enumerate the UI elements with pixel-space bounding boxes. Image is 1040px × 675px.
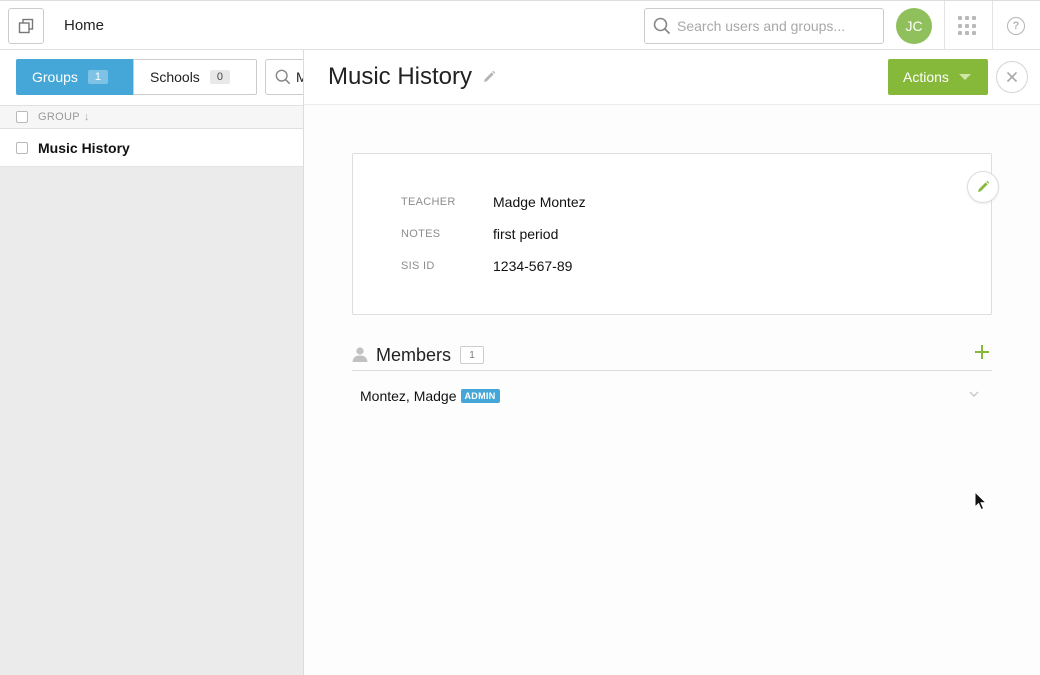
group-name: Music History [38, 139, 130, 156]
tab-schools-label: Schools [150, 69, 200, 85]
tab-groups-count: 1 [87, 70, 109, 84]
members-count: 1 [460, 346, 484, 364]
search-icon [275, 69, 291, 85]
field-notes: NOTES first period [401, 224, 558, 244]
mouse-cursor-icon [974, 491, 988, 511]
field-label: SIS ID [401, 260, 435, 272]
row-checkbox[interactable] [16, 141, 28, 154]
top-bar: Home JC ? [0, 0, 1040, 51]
field-label: NOTES [401, 228, 441, 240]
field-sis-id: SIS ID 1234-567-89 [401, 256, 572, 276]
caret-down-icon [958, 74, 971, 80]
pencil-icon [978, 180, 990, 192]
help-icon[interactable]: ? [1007, 17, 1025, 35]
actions-button-label: Actions [903, 69, 949, 85]
members-header: Members 1 [352, 342, 992, 371]
topbar-divider [992, 1, 993, 51]
list-tabs-row: Groups 1 Schools 0 M [0, 50, 303, 105]
pencil-icon[interactable] [482, 70, 496, 84]
chevron-down-icon[interactable] [968, 388, 980, 400]
sort-arrow-down-icon[interactable]: ↓ [84, 111, 90, 123]
global-search-input[interactable] [677, 18, 877, 34]
tab-schools-count: 0 [209, 70, 230, 84]
search-icon [653, 17, 671, 35]
close-icon [1006, 71, 1018, 83]
actions-button[interactable]: Actions [888, 59, 988, 95]
plus-icon[interactable] [973, 343, 991, 361]
page-title: Music History [328, 63, 473, 90]
field-teacher: TEACHER Madge Montez [401, 192, 586, 212]
group-column-header[interactable]: GROUP [38, 111, 80, 123]
topbar-divider [944, 1, 945, 51]
edit-details-button[interactable] [967, 171, 999, 203]
member-name: Montez, Madge [360, 388, 457, 404]
members-title: Members [376, 345, 452, 365]
close-button[interactable] [996, 61, 1028, 93]
window-stack-icon [18, 18, 34, 34]
field-value: 1234-567-89 [493, 258, 573, 274]
app-window: Home JC ? Groups 1 Schools 0 [0, 0, 1040, 675]
list-search-input[interactable]: M [265, 59, 303, 95]
list-item[interactable]: Montez, Madge ADMIN [352, 384, 992, 408]
select-all-checkbox[interactable] [16, 111, 28, 123]
tab-schools[interactable]: Schools 0 [133, 59, 257, 95]
window-stack-button[interactable] [8, 8, 44, 44]
home-link[interactable]: Home [64, 17, 104, 34]
list-header: GROUP ↓ [0, 105, 303, 129]
group-list-pane: Groups 1 Schools 0 M GROUP ↓ Music Hist [0, 50, 304, 675]
tab-groups[interactable]: Groups 1 [16, 59, 133, 95]
apps-grid-icon[interactable] [958, 16, 978, 36]
group-info-card: TEACHER Madge Montez NOTES first period … [352, 153, 999, 315]
field-value: Madge Montez [493, 194, 586, 210]
user-avatar[interactable]: JC [896, 8, 932, 44]
detail-header: Music History Actions [304, 50, 1040, 105]
admin-badge: ADMIN [460, 389, 500, 403]
global-search[interactable] [644, 8, 884, 44]
field-label: TEACHER [401, 196, 456, 208]
group-detail-pane: Music History Actions TEACHER Madge Mont… [304, 50, 1040, 675]
list-search-value: M [296, 69, 303, 85]
person-icon [352, 347, 368, 362]
list-item[interactable]: Music History [0, 129, 303, 167]
tab-groups-label: Groups [32, 69, 78, 85]
field-value: first period [493, 226, 559, 242]
